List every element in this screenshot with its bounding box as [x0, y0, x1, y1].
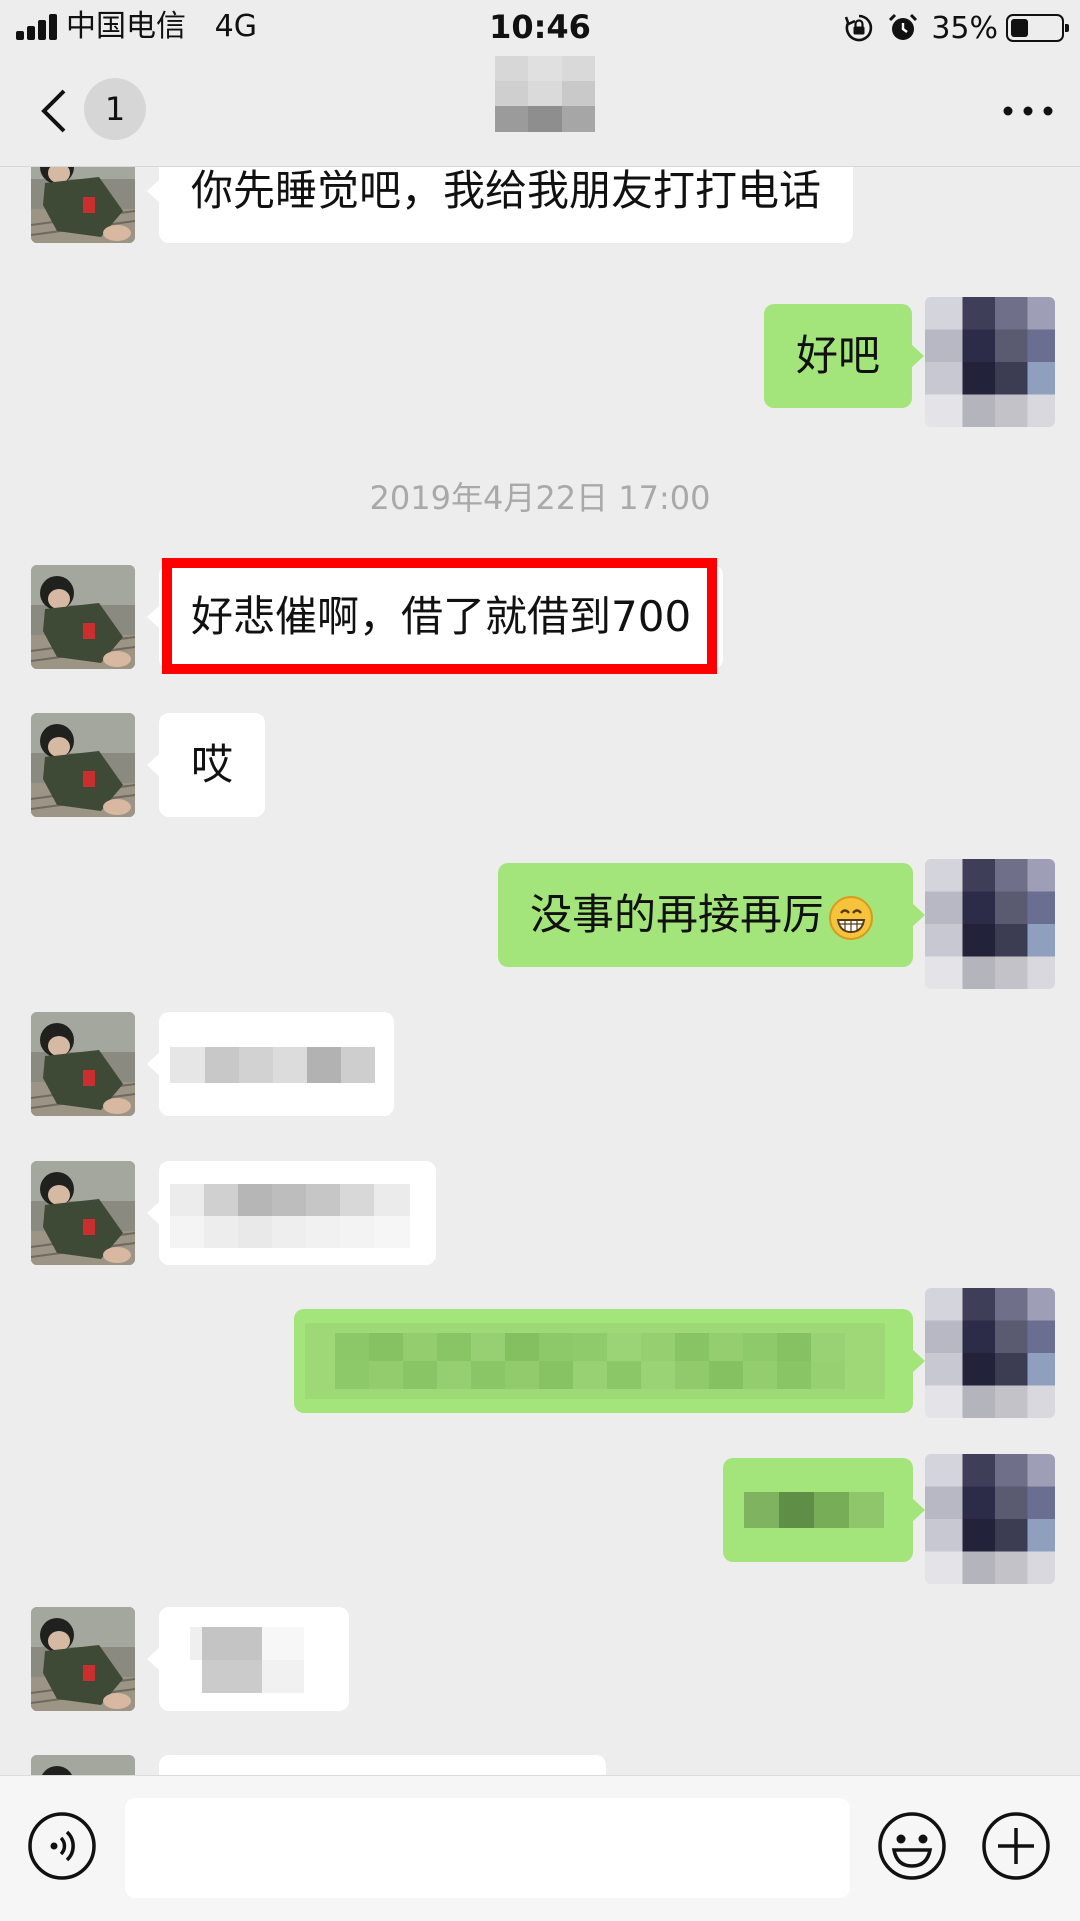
pixelated-message-content	[744, 1492, 884, 1528]
orientation-lock-icon	[845, 14, 873, 42]
chat-header: 1	[0, 56, 1080, 167]
message-bubble-outgoing[interactable]: 好吧	[764, 304, 925, 408]
message-text: 没事的再接再厉	[530, 890, 825, 939]
pixelated-contact-name	[495, 56, 595, 132]
chat-messages[interactable]: 你先睡觉吧，我给我朋友打打电话 好吧 2019年4月22日 17:00 好悲催啊…	[0, 167, 1080, 1775]
message-bubble-incoming[interactable]	[159, 1755, 606, 1775]
battery-percent: 35%	[931, 10, 998, 46]
contact-avatar[interactable]	[31, 1755, 135, 1775]
alarm-icon	[889, 13, 918, 40]
contact-avatar[interactable]	[31, 565, 135, 669]
message-input[interactable]	[125, 1798, 850, 1898]
voice-icon[interactable]	[26, 1810, 98, 1882]
battery-fill	[1011, 19, 1028, 37]
contact-avatar[interactable]	[31, 713, 135, 817]
pixelated-message-content	[305, 1323, 885, 1399]
my-avatar[interactable]	[925, 1288, 1055, 1418]
chevron-left-icon[interactable]	[36, 86, 76, 136]
contact-avatar[interactable]	[31, 1161, 135, 1265]
message-input-bar	[0, 1775, 1080, 1921]
chat-timestamp: 2019年4月22日 17:00	[369, 479, 711, 517]
pixelated-message-content	[190, 1627, 304, 1693]
message-bubble-incoming[interactable]: 你先睡觉吧，我给我朋友打打电话	[146, 167, 854, 243]
contact-avatar[interactable]	[31, 1607, 135, 1711]
pixelated-message-content	[170, 1047, 375, 1083]
plus-circle-icon[interactable]	[980, 1810, 1052, 1882]
message-bubble-outgoing[interactable]: 没事的再接再厉	[498, 863, 925, 967]
my-avatar[interactable]	[925, 297, 1055, 427]
more-dots-icon[interactable]	[1000, 86, 1056, 136]
contact-avatar[interactable]	[31, 1012, 135, 1116]
red-highlight-box	[162, 558, 717, 674]
status-right-group: 35%	[843, 8, 1069, 48]
my-avatar[interactable]	[925, 859, 1055, 989]
grinning-face-icon	[829, 895, 874, 940]
contact-avatar[interactable]	[31, 167, 135, 243]
pixelated-message-content	[170, 1184, 410, 1248]
battery-icon	[1006, 14, 1069, 42]
my-avatar[interactable]	[925, 1454, 1055, 1584]
message-bubble-incoming[interactable]: 哎	[146, 713, 266, 817]
status-bar: 中国电信 4G 10:46 35%	[0, 0, 1080, 56]
emoji-icon[interactable]	[876, 1810, 948, 1882]
unread-count-badge[interactable]: 1	[84, 78, 146, 140]
